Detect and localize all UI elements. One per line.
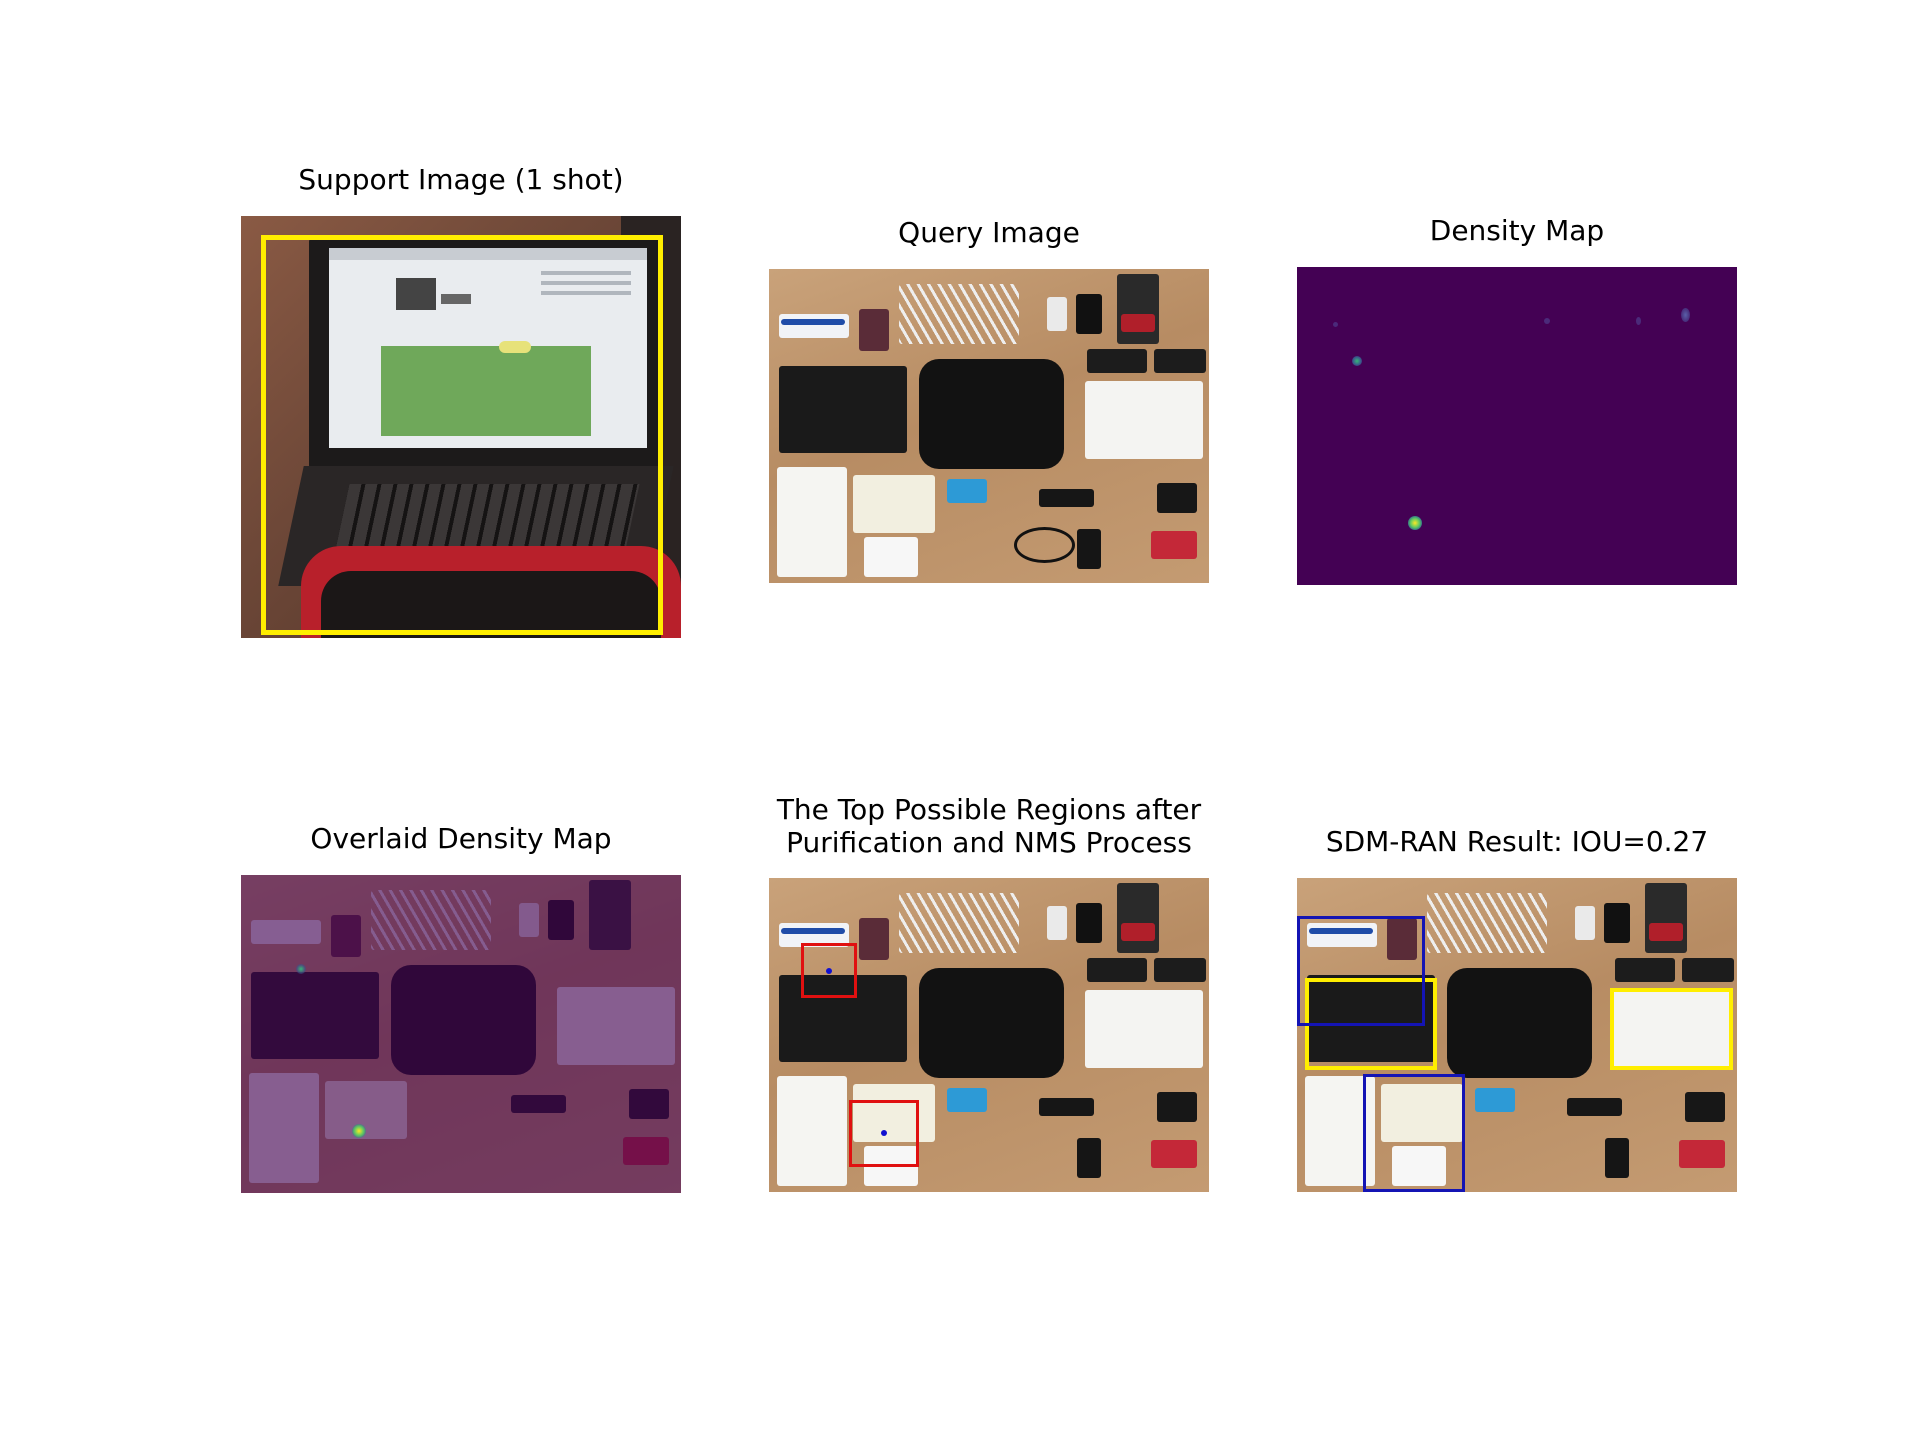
overlaid-density-title: Overlaid Density Map (310, 822, 612, 855)
support-image (241, 216, 681, 638)
predicted-box (1297, 916, 1425, 1026)
candidate-region-center (826, 968, 832, 974)
density-peak (1681, 308, 1690, 322)
regions-title-line2: Purification and NMS Process (786, 826, 1192, 859)
overlay-density-peak (296, 964, 306, 974)
density-map (1297, 267, 1737, 585)
density-peak (1636, 317, 1641, 325)
query-image-title: Query Image (898, 216, 1080, 249)
query-image (769, 269, 1209, 583)
density-map-title: Density Map (1429, 214, 1605, 247)
density-heatmap (1297, 267, 1737, 585)
density-peak (1352, 356, 1362, 366)
density-peak (1408, 516, 1422, 530)
result-title: SDM-RAN Result: IOU=0.27 (1325, 825, 1709, 858)
predicted-box (1363, 1074, 1465, 1192)
density-peak (1544, 318, 1550, 324)
density-peak (1333, 322, 1338, 327)
result-image (1297, 878, 1737, 1192)
regions-title-line1: The Top Possible Regions after (776, 793, 1202, 826)
overlaid-density-map (241, 875, 681, 1193)
support-bounding-box (261, 235, 663, 635)
ground-truth-box (1610, 988, 1733, 1070)
overlay-density-peak (352, 1124, 366, 1138)
top-regions-image (769, 878, 1209, 1192)
candidate-region-center (881, 1130, 887, 1136)
support-image-title: Support Image (1 shot) (298, 163, 624, 196)
